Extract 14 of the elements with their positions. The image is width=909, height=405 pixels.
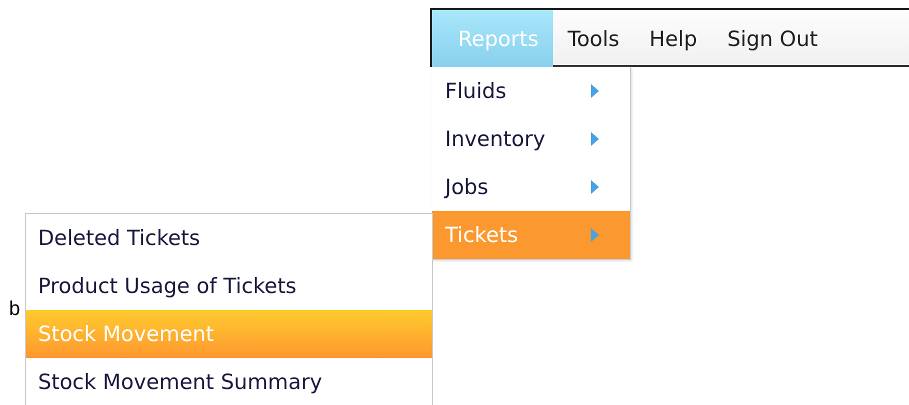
menu-item[interactable]: Product Usage of Tickets bbox=[26, 262, 432, 310]
menu-item-label: Tickets bbox=[445, 223, 520, 247]
menu-item-label: Fluids bbox=[445, 79, 508, 103]
menu-bar-item[interactable]: Help bbox=[634, 10, 712, 67]
menu-item-label: Inventory bbox=[445, 127, 546, 151]
menu-bar-item[interactable]: Sign Out bbox=[712, 10, 833, 67]
menu-item[interactable]: Deleted Tickets bbox=[26, 214, 432, 262]
menu-item[interactable]: Stock Movement Summary bbox=[26, 358, 432, 405]
menu-item[interactable]: Fluids bbox=[432, 67, 630, 115]
page-text: b bbox=[9, 298, 20, 321]
menu-item[interactable]: Inventory bbox=[432, 115, 630, 163]
menu-item[interactable]: Jobs bbox=[432, 163, 630, 211]
menu-item-label: Jobs bbox=[445, 175, 490, 199]
menu-bar-item[interactable]: Tools bbox=[552, 10, 634, 67]
